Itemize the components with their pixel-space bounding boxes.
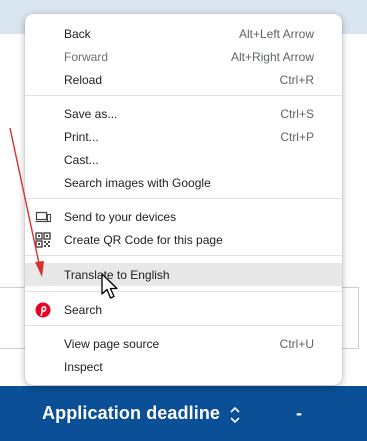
menu-item-shortcut: Ctrl+P bbox=[280, 130, 314, 144]
menu-item-translate[interactable]: Translate to English bbox=[25, 263, 342, 286]
menu-item-search-images[interactable]: Search images with Google bbox=[25, 171, 342, 194]
devices-icon bbox=[35, 211, 51, 223]
menu-separator bbox=[25, 325, 342, 326]
menu-item-back[interactable]: Back Alt+Left Arrow bbox=[25, 22, 342, 45]
menu-item-shortcut: Ctrl+S bbox=[280, 107, 314, 121]
menu-item-label: Reload bbox=[64, 73, 103, 87]
menu-item-label: Forward bbox=[64, 50, 109, 64]
menu-item-cast[interactable]: Cast... bbox=[25, 148, 342, 171]
pinterest-icon bbox=[35, 302, 51, 318]
mouse-cursor-icon bbox=[101, 273, 118, 299]
menu-item-save-as[interactable]: Save as... Ctrl+S bbox=[25, 102, 342, 125]
menu-item-send-to-devices[interactable]: Send to your devices bbox=[25, 205, 342, 228]
menu-item-search[interactable]: Search bbox=[25, 298, 342, 321]
sort-icon[interactable] bbox=[229, 404, 241, 426]
menu-item-label: Create QR Code for this page bbox=[64, 233, 223, 247]
menu-item-label: Print... bbox=[64, 130, 99, 144]
menu-item-label: Send to your devices bbox=[64, 210, 177, 224]
menu-item-label: Inspect bbox=[64, 360, 103, 374]
menu-item-shortcut: Ctrl+R bbox=[279, 73, 314, 87]
menu-item-label: Search bbox=[64, 303, 103, 317]
menu-item-inspect[interactable]: Inspect bbox=[25, 355, 342, 378]
menu-item-shortcut: Ctrl+U bbox=[279, 337, 314, 351]
menu-separator bbox=[25, 291, 342, 292]
menu-item-label: Back bbox=[64, 27, 91, 41]
menu-item-forward[interactable]: Forward Alt+Right Arrow bbox=[25, 45, 342, 68]
menu-item-create-qr[interactable]: Create QR Code for this page bbox=[25, 228, 342, 251]
menu-item-shortcut: Alt+Left Arrow bbox=[238, 27, 314, 41]
menu-item-label: Search images with Google bbox=[64, 176, 211, 190]
menu-item-label: Save as... bbox=[64, 107, 118, 121]
qr-code-icon bbox=[35, 232, 51, 248]
menu-item-print[interactable]: Print... Ctrl+P bbox=[25, 125, 342, 148]
menu-separator bbox=[25, 255, 342, 256]
menu-separator bbox=[25, 198, 342, 199]
menu-item-view-source[interactable]: View page source Ctrl+U bbox=[25, 332, 342, 355]
menu-separator bbox=[25, 95, 342, 96]
menu-item-label: Cast... bbox=[64, 153, 99, 167]
menu-item-reload[interactable]: Reload Ctrl+R bbox=[25, 68, 342, 91]
deadline-value: - bbox=[296, 403, 302, 423]
menu-item-shortcut: Alt+Right Arrow bbox=[230, 50, 314, 64]
application-deadline-header[interactable]: Application deadline bbox=[42, 403, 220, 424]
menu-item-label: View page source bbox=[64, 337, 160, 351]
context-menu: Back Alt+Left Arrow Forward Alt+Right Ar… bbox=[25, 14, 342, 385]
